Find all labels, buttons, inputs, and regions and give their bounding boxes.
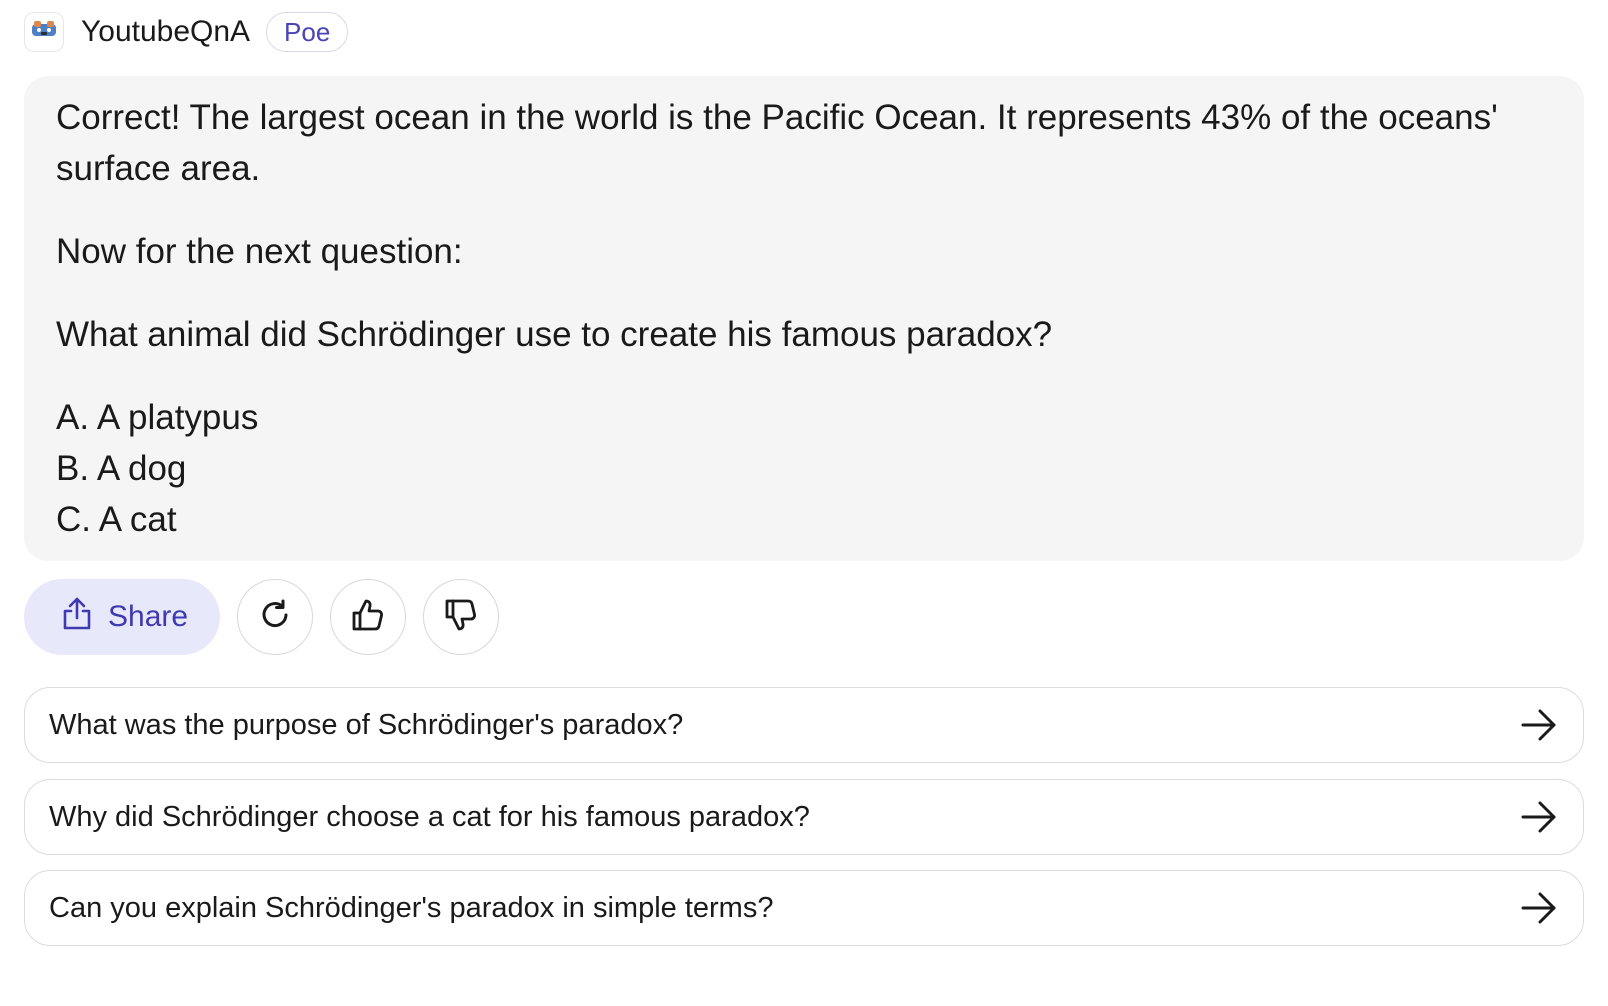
platform-badge[interactable]: Poe — [266, 12, 349, 52]
question-text: What animal did Schrödinger use to creat… — [56, 315, 1053, 354]
share-label: Share — [108, 600, 189, 633]
thumbs-down-icon — [444, 598, 478, 637]
suggestion-label: Can you explain Schrödinger's paradox in… — [49, 891, 774, 924]
thumbs-down-button[interactable] — [423, 579, 499, 655]
suggestion-label: What was the purpose of Schrödinger's pa… — [49, 708, 684, 741]
arrow-right-icon — [1521, 709, 1557, 741]
arrow-right-icon — [1521, 892, 1557, 924]
answer-option-c: C. A cat — [56, 500, 177, 539]
answer-option-b: B. A dog — [56, 449, 187, 488]
bot-avatar[interactable] — [24, 12, 64, 52]
arrow-right-icon — [1521, 801, 1557, 833]
suggested-question[interactable]: What was the purpose of Schrödinger's pa… — [24, 687, 1584, 763]
thumbs-up-icon — [351, 598, 385, 637]
bot-name[interactable]: YoutubeQnA — [81, 15, 250, 49]
game-controller-icon — [31, 20, 57, 45]
suggested-question[interactable]: Why did Schrödinger choose a cat for his… — [24, 779, 1584, 855]
message-actions: Share — [24, 579, 499, 655]
share-button[interactable]: Share — [24, 579, 220, 655]
suggested-question[interactable]: Can you explain Schrödinger's paradox in… — [24, 870, 1584, 946]
retry-icon — [258, 598, 292, 637]
share-icon — [62, 596, 92, 638]
answer-option-a: A. A platypus — [56, 398, 259, 437]
retry-button[interactable] — [237, 579, 313, 655]
suggestion-label: Why did Schrödinger choose a cat for his… — [49, 800, 810, 833]
chat-header: YoutubeQnA Poe — [24, 10, 349, 54]
thumbs-up-button[interactable] — [330, 579, 406, 655]
bot-message: Correct! The largest ocean in the world … — [24, 76, 1584, 561]
message-paragraph: Correct! The largest ocean in the world … — [56, 98, 1498, 188]
message-paragraph: Now for the next question: — [56, 232, 463, 271]
